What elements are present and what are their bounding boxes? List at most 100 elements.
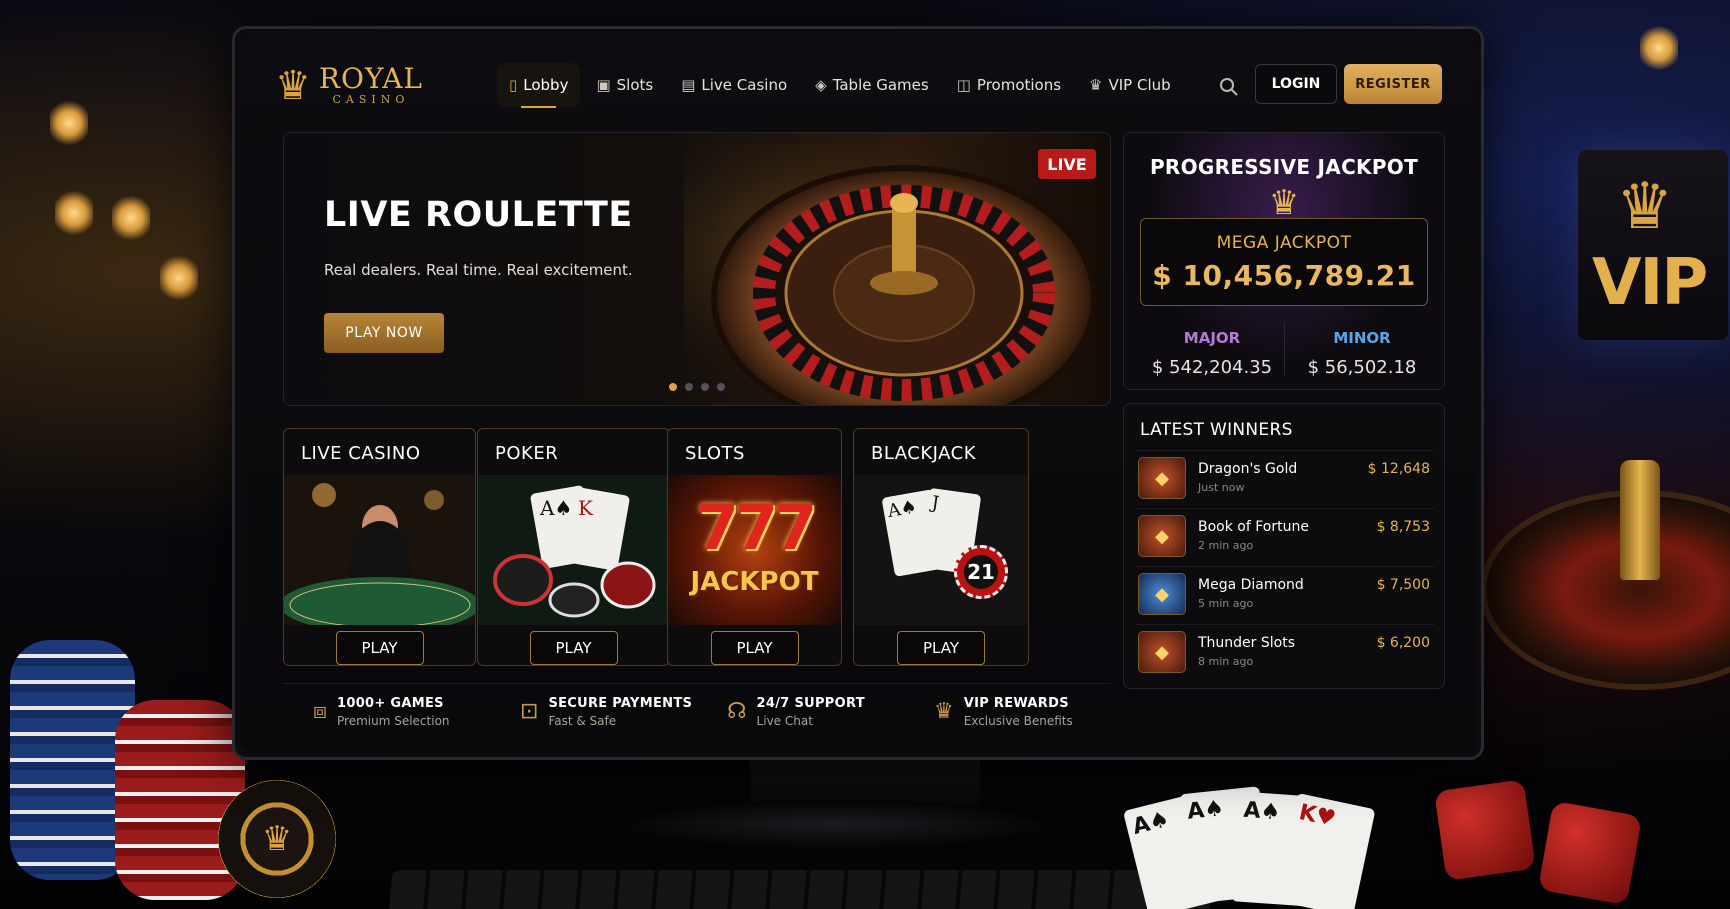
nav-item-lobby[interactable]: ▯ Lobby: [497, 63, 581, 108]
search-icon: [1220, 78, 1238, 96]
divider: [1284, 323, 1285, 375]
brand-name: ROYAL: [318, 62, 424, 95]
red-chip-stack: [115, 700, 245, 900]
keyboard: [387, 870, 1213, 909]
features-bar: ⧈ 1000+ GAMES Premium Selection ⊡ SECURE …: [283, 683, 1111, 739]
lamp-light: [1640, 25, 1678, 71]
game-card-title: BLACKJACK: [871, 443, 977, 464]
lobby-icon: ▯: [509, 76, 518, 94]
winner-row[interactable]: ◆ Thunder Slots 8 min ago $ 6,200: [1136, 624, 1434, 674]
vip-sign: ♛ VIP: [1578, 150, 1728, 340]
hero-title: LIVE ROULETTE: [324, 195, 633, 235]
carousel-dots: [669, 383, 725, 391]
nav-item-slots[interactable]: ▣ Slots: [584, 63, 665, 107]
feature-payments: ⊡ SECURE PAYMENTS Fast & Safe: [490, 684, 697, 739]
nav-item-promotions[interactable]: ◫ Promotions: [945, 63, 1073, 107]
carousel-dot[interactable]: [669, 383, 677, 391]
play-button[interactable]: PLAY: [529, 631, 618, 665]
crown-icon: ♛: [261, 819, 293, 859]
winner-amount: $ 8,753: [1376, 519, 1430, 535]
brand-logo[interactable]: ♛ ROYAL CASINO: [275, 62, 424, 109]
winner-game: Mega Diamond: [1198, 577, 1304, 593]
feature-label: SECURE PAYMENTS: [548, 695, 693, 711]
winner-row[interactable]: ◆ Mega Diamond 5 min ago $ 7,500: [1136, 566, 1434, 616]
carousel-dot[interactable]: [685, 383, 693, 391]
winner-time: 2 min ago: [1198, 539, 1254, 552]
blackjack-image: A♠ J 21: [854, 475, 1028, 625]
lamp-light: [55, 190, 93, 236]
slot-777-text: 777: [695, 491, 817, 564]
red-die: [1434, 779, 1536, 881]
register-button[interactable]: REGISTER: [1344, 64, 1442, 104]
winner-row[interactable]: ◆ Book of Fortune 2 min ago $ 8,753: [1136, 508, 1434, 558]
chip-21: 21: [954, 545, 1008, 599]
carousel-dot[interactable]: [717, 383, 725, 391]
live-badge: LIVE: [1038, 149, 1096, 179]
nav-item-label: Table Games: [832, 76, 929, 94]
gift-icon: ◫: [956, 76, 971, 94]
top-nav: ♛ ROYAL CASINO ▯ Lobby ▣ Slots ▤ Live Casin…: [241, 35, 1475, 135]
minor-jackpot: MINOR $ 56,502.18: [1290, 329, 1434, 378]
lamp-light: [112, 195, 150, 241]
winner-row[interactable]: ◆ Dragon's Gold Just now $ 12,648: [1136, 450, 1434, 500]
game-categories: LIVE CASINO PLAY POKER A♠ K PLAY SLOTS 7…: [283, 428, 1111, 666]
feature-label: 1000+ GAMES: [337, 695, 444, 711]
game-thumbnail: ◆: [1138, 573, 1186, 615]
major-value: $ 542,204.35: [1151, 357, 1273, 378]
game-thumbnail: ◆: [1138, 457, 1186, 499]
nav-item-vip-club[interactable]: ♛ VIP Club: [1077, 63, 1183, 107]
winner-game: Book of Fortune: [1198, 519, 1309, 535]
hero-banner: LIVE LIVE ROULETTE Real dealers. Real ti…: [283, 132, 1111, 406]
headset-icon: ☊: [727, 699, 747, 724]
crown-chip: ♛: [218, 780, 336, 898]
winner-game: Thunder Slots: [1198, 635, 1296, 651]
nav-item-label: Lobby: [523, 76, 569, 94]
hero-subtitle: Real dealers. Real time. Real excitement…: [324, 261, 633, 279]
brand-sub: CASINO: [332, 93, 410, 106]
game-card-slots[interactable]: SLOTS 777 JACKPOT PLAY: [667, 428, 842, 666]
nav-item-live-casino[interactable]: ▤ Live Casino: [669, 63, 799, 107]
nav-item-label: VIP Club: [1108, 76, 1171, 94]
game-card-title: POKER: [495, 443, 559, 464]
play-button[interactable]: PLAY: [335, 631, 424, 665]
search-button[interactable]: [1215, 73, 1243, 101]
feature-games: ⧈ 1000+ GAMES Premium Selection: [283, 684, 490, 739]
playing-cards-decor: A♠ A♠ A♠ K♥: [1122, 786, 1376, 909]
game-card-poker[interactable]: POKER A♠ K PLAY: [477, 428, 670, 666]
nav-item-table-games[interactable]: ◈ Table Games: [803, 63, 941, 107]
carousel-dot[interactable]: [701, 383, 709, 391]
game-card-blackjack[interactable]: BLACKJACK A♠ J 21 PLAY: [853, 428, 1029, 666]
game-card-live-casino[interactable]: LIVE CASINO PLAY: [283, 428, 476, 666]
live-dealer-image: [284, 475, 475, 625]
play-now-button[interactable]: PLAY NOW: [324, 313, 444, 353]
lamp-light: [160, 255, 198, 301]
feature-sub: Exclusive Benefits: [963, 713, 1073, 728]
nav-item-label: Live Casino: [701, 76, 788, 94]
feature-support: ☊ 24/7 SUPPORT Live Chat: [697, 684, 904, 739]
roulette-wheel-decor: [1480, 490, 1730, 690]
winner-game: Dragon's Gold: [1198, 461, 1298, 477]
major-label: MAJOR: [1183, 329, 1241, 347]
nav-item-label: Promotions: [976, 76, 1062, 94]
play-button[interactable]: PLAY: [897, 631, 985, 665]
svg-text:A♠: A♠: [539, 496, 572, 520]
nav-item-label: Slots: [616, 76, 654, 94]
jackpot-slot-image: 777 JACKPOT: [668, 475, 841, 625]
game-thumbnail: ◆: [1138, 631, 1186, 673]
latest-winners-panel: LATEST WINNERS ◆ Dragon's Gold Just now …: [1123, 403, 1445, 689]
jackpot-title: PROGRESSIVE JACKPOT: [1149, 155, 1419, 179]
winner-amount: $ 7,500: [1376, 577, 1430, 593]
winner-time: 5 min ago: [1198, 597, 1254, 610]
lamp-light: [50, 100, 88, 146]
login-button[interactable]: LOGIN: [1255, 64, 1337, 104]
crown-icon: ♛: [934, 699, 954, 724]
lock-icon: ⊡: [520, 699, 539, 724]
svg-text:K: K: [578, 496, 594, 520]
progressive-jackpot-panel: PROGRESSIVE JACKPOT ♛ MEGA JACKPOT $ 10,…: [1123, 132, 1445, 390]
vip-sign-text: VIP: [1592, 246, 1708, 320]
winners-title: LATEST WINNERS: [1140, 420, 1293, 440]
game-card-title: LIVE CASINO: [301, 443, 421, 464]
play-button[interactable]: PLAY: [710, 631, 799, 665]
feature-sub: Premium Selection: [337, 713, 450, 728]
crown-icon: ♛: [275, 62, 311, 109]
